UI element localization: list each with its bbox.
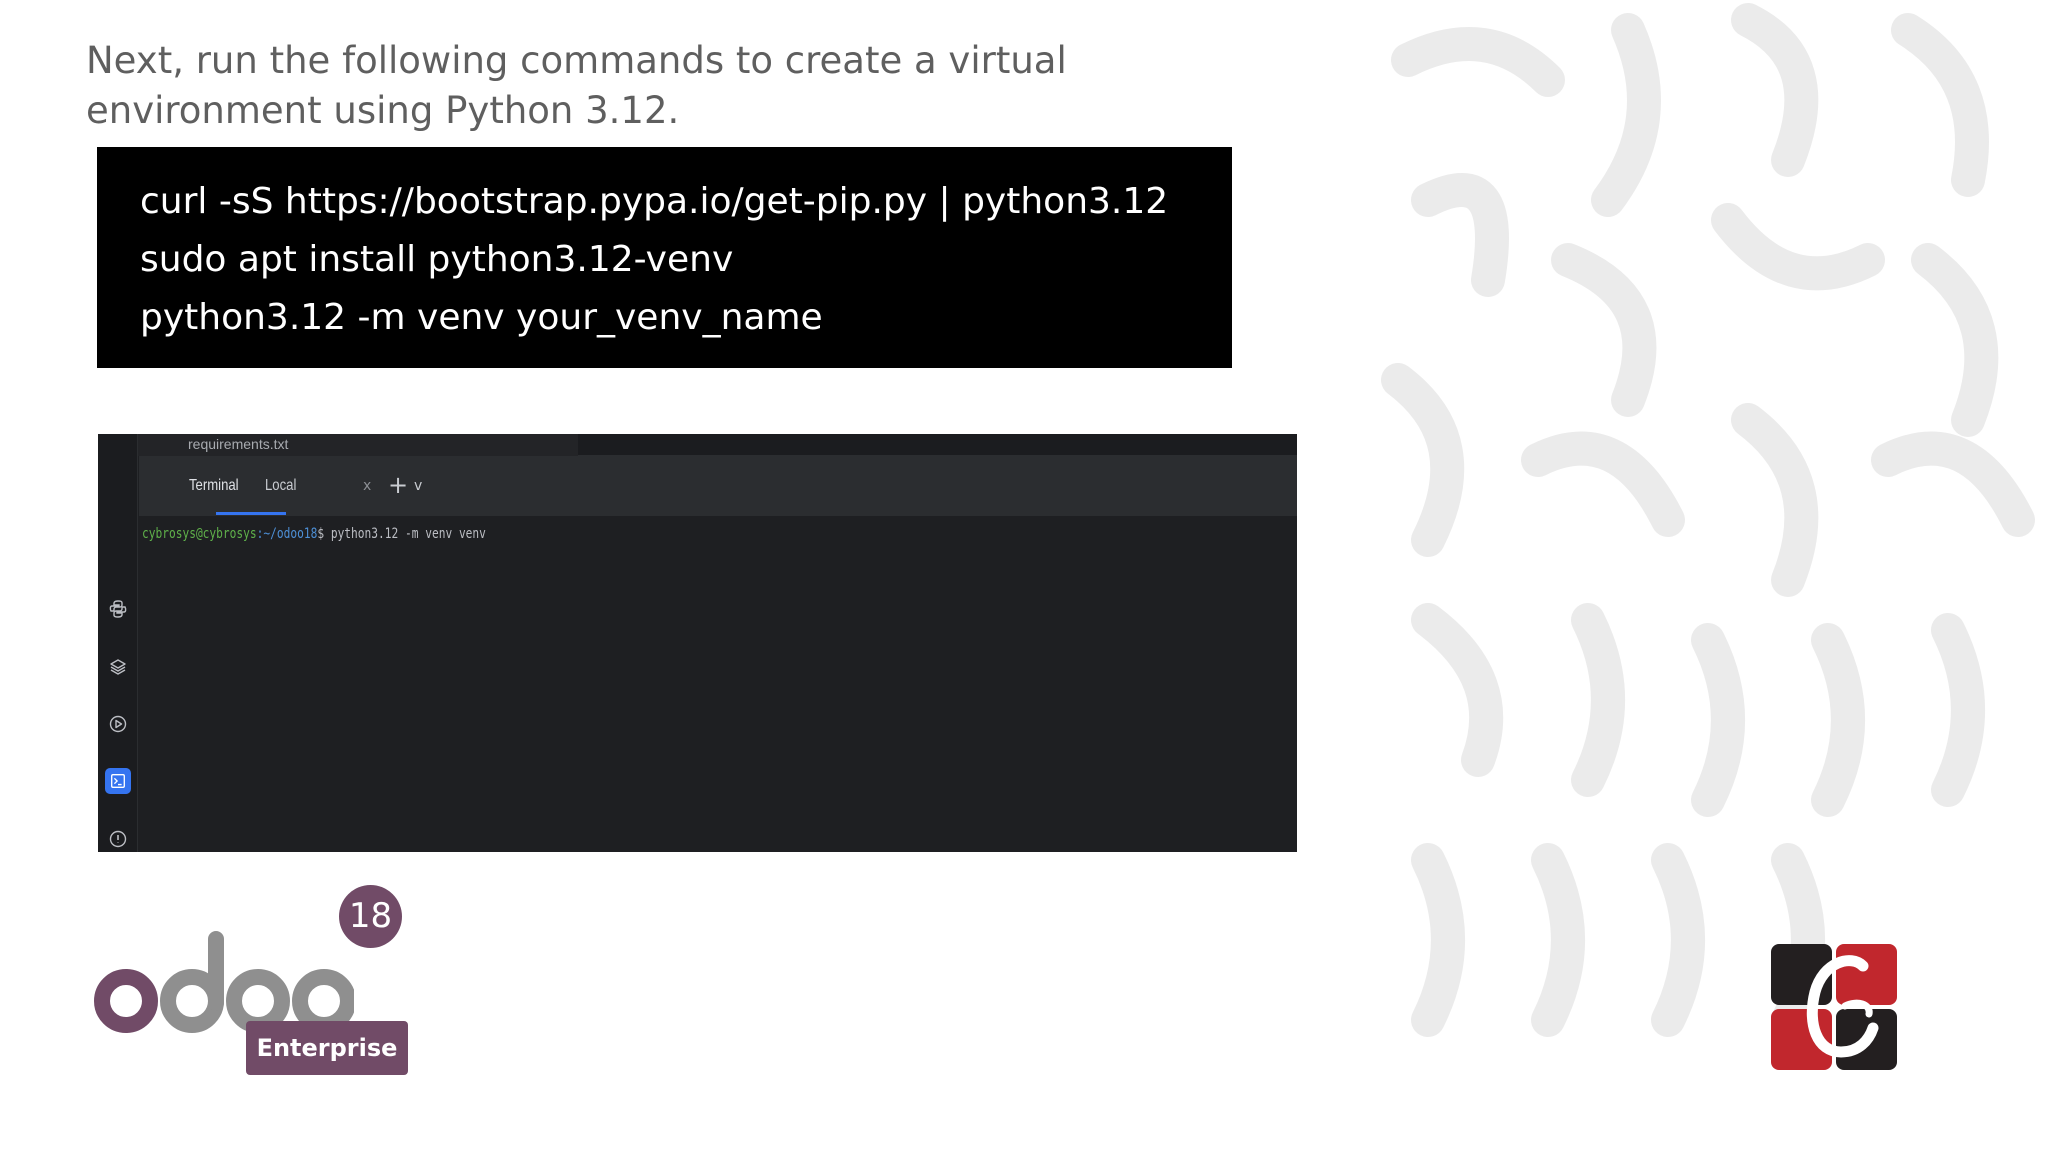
active-tab-indicator <box>216 512 286 515</box>
file-tab-label: requirements.txt <box>188 436 289 452</box>
prompt-path: :~/odoo18 <box>256 526 318 542</box>
prompt-user: cybrosys@cybrosys <box>142 526 257 542</box>
editor-tab-strip: requirements.txt <box>98 434 1297 456</box>
tab-local[interactable]: Local <box>265 456 296 516</box>
problems-icon[interactable] <box>105 826 131 852</box>
terminal-title: Terminal <box>189 477 239 494</box>
command-line-1: curl -sS https://bootstrap.pypa.io/get-p… <box>140 181 1169 222</box>
odoo-logo: 18 Enterprise <box>94 885 414 1075</box>
close-tab-icon[interactable]: x <box>363 456 371 516</box>
ide-terminal-screenshot: requirements.txt Terminal Local x + v cy… <box>98 434 1297 852</box>
chevron-down-icon[interactable]: v <box>414 456 422 516</box>
terminal-icon[interactable] <box>105 768 131 794</box>
version-badge: 18 <box>339 885 402 948</box>
layers-icon[interactable] <box>105 654 131 680</box>
edition-label: Enterprise <box>246 1021 408 1075</box>
decorative-swirl-background <box>1368 0 2048 1080</box>
command-code-block: curl -sS https://bootstrap.pypa.io/get-p… <box>97 147 1232 368</box>
command-line-2: sudo apt install python3.12-venv <box>140 239 734 280</box>
command-line-3: python3.12 -m venv your_venv_name <box>140 297 823 338</box>
cybrosys-logo <box>1771 944 1897 1070</box>
terminal-header: Terminal Local x + v <box>139 456 1297 516</box>
intro-text: Next, run the following commands to crea… <box>86 39 1067 132</box>
tool-window-sidebar <box>98 434 138 852</box>
file-tab-requirements[interactable]: requirements.txt <box>138 434 578 456</box>
run-icon[interactable] <box>105 711 131 737</box>
terminal-command-line[interactable]: cybrosys@cybrosys:~/odoo18$ python3.12 -… <box>142 526 486 542</box>
python-icon[interactable] <box>105 596 131 622</box>
terminal-command: python3.12 -m venv venv <box>330 526 486 542</box>
prompt-symbol: $ <box>317 526 325 542</box>
add-terminal-button[interactable]: + <box>388 456 408 514</box>
